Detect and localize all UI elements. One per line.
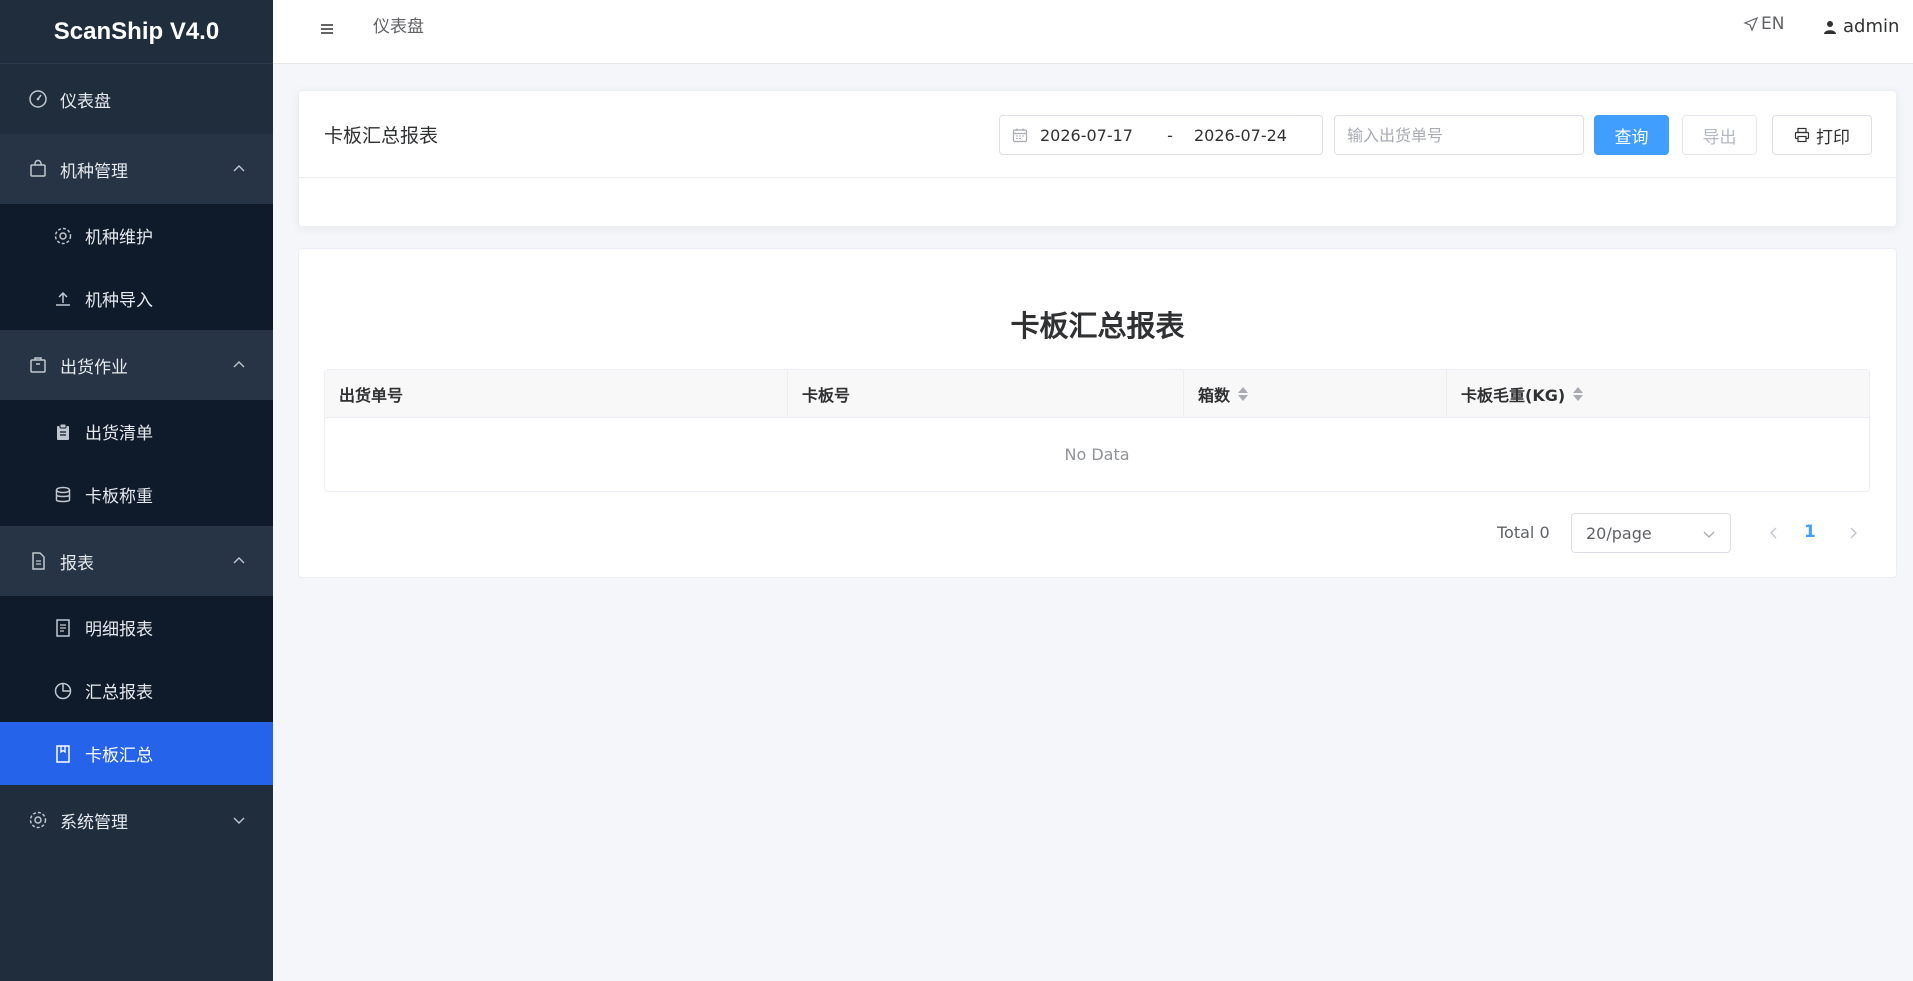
- column-header-gross-weight[interactable]: 卡板毛重(KG): [1447, 370, 1869, 417]
- export-button[interactable]: 导出: [1682, 115, 1757, 155]
- document-icon: [28, 551, 48, 571]
- sidebar-item-label: 出货清单: [85, 424, 153, 444]
- pagination-total: Total 0: [1497, 523, 1550, 542]
- column-label: 出货单号: [339, 385, 404, 405]
- card-divider: [299, 177, 1896, 178]
- submenu-shipping: 出货清单 卡板称重: [0, 400, 273, 526]
- language-switch[interactable]: EN: [1743, 14, 1784, 34]
- clipboard-icon: [53, 422, 73, 442]
- bag-icon: [28, 159, 48, 179]
- order-number-input[interactable]: [1334, 115, 1584, 155]
- sidebar-item-label: 汇总报表: [85, 683, 153, 703]
- send-icon: [1743, 16, 1759, 32]
- pagination: Total 0 20/page 1: [299, 513, 1896, 553]
- notebook-icon: [53, 744, 73, 764]
- print-button-label: 打印: [1816, 127, 1850, 148]
- breadcrumb[interactable]: 仪表盘: [373, 16, 424, 38]
- query-button[interactable]: 查询: [1594, 115, 1669, 155]
- prev-page-icon[interactable]: [1767, 526, 1781, 540]
- chevron-up-icon: [231, 357, 247, 373]
- chevron-up-icon: [231, 553, 247, 569]
- sidebar-item-label: 机种导入: [85, 291, 153, 311]
- print-button[interactable]: 打印: [1772, 115, 1872, 155]
- card-title: 卡板汇总报表: [324, 125, 439, 147]
- user-name: admin: [1843, 16, 1900, 37]
- start-date[interactable]: 2026-07-17: [1040, 126, 1150, 145]
- sidebar-item-label: 卡板汇总: [85, 746, 153, 766]
- calendar-icon: [1012, 127, 1028, 143]
- database-icon: [53, 485, 73, 505]
- column-header-box-count[interactable]: 箱数: [1184, 370, 1447, 417]
- filter-card: 卡板汇总报表 2026-07-17 - 2026-07-24 查询 导出 打印: [298, 90, 1897, 227]
- sort-icon[interactable]: [1238, 386, 1249, 401]
- dashboard-icon: [28, 89, 48, 109]
- sidebar-group-models[interactable]: 机种管理: [0, 134, 273, 204]
- report-title: 卡板汇总报表: [1010, 309, 1185, 343]
- sidebar-group-label: 出货作业: [60, 357, 128, 378]
- package-icon: [28, 355, 48, 375]
- sidebar-group-label: 机种管理: [60, 161, 128, 182]
- page-size-select[interactable]: 20/page: [1571, 513, 1731, 553]
- sidebar-item-label: 明细报表: [85, 620, 153, 640]
- gear-icon: [28, 810, 48, 830]
- query-button-label: 查询: [1614, 127, 1649, 148]
- page-size-value: 20/page: [1586, 523, 1652, 543]
- sidebar-item-dashboard[interactable]: 仪表盘: [0, 64, 273, 134]
- report-card: 卡板汇总报表 出货单号 卡板号 箱数 卡板毛重(KG) No Data Tota…: [298, 248, 1897, 578]
- column-label: 卡板毛重(KG): [1461, 385, 1566, 405]
- submenu-reports: 明细报表 汇总报表 卡板汇总: [0, 596, 273, 785]
- sidebar-item-model-import[interactable]: 机种导入: [0, 267, 273, 330]
- sidebar-item-detail-report[interactable]: 明细报表: [0, 596, 273, 659]
- sidebar-group-reports[interactable]: 报表: [0, 526, 273, 596]
- sort-icon[interactable]: [1573, 386, 1584, 401]
- date-separator: -: [1167, 125, 1173, 145]
- sidebar-item-label: 机种维护: [85, 228, 153, 248]
- sidebar-item-pallet-summary[interactable]: 卡板汇总: [0, 722, 273, 785]
- list-document-icon: [53, 618, 73, 638]
- gear-icon: [53, 226, 73, 246]
- export-button-label: 导出: [1702, 127, 1737, 148]
- sidebar-group-label: 报表: [60, 553, 94, 574]
- column-header-order-number: 出货单号: [325, 370, 788, 417]
- app-brand: ScanShip V4.0: [0, 0, 273, 64]
- report-table: 出货单号 卡板号 箱数 卡板毛重(KG) No Data: [324, 369, 1870, 492]
- user-menu[interactable]: admin: [1823, 16, 1899, 37]
- pie-chart-icon: [53, 681, 73, 701]
- column-label: 箱数: [1198, 385, 1231, 405]
- table-empty: No Data: [1064, 445, 1130, 464]
- sidebar-item-label: 卡板称重: [85, 487, 153, 507]
- sidebar-group-system[interactable]: 系统管理: [0, 785, 273, 855]
- sidebar-item-summary-report[interactable]: 汇总报表: [0, 659, 273, 722]
- date-range-picker[interactable]: 2026-07-17 - 2026-07-24: [999, 115, 1323, 155]
- user-icon: [1823, 20, 1837, 34]
- sidebar-group-shipping[interactable]: 出货作业: [0, 330, 273, 400]
- printer-icon: [1794, 127, 1810, 143]
- column-label: 卡板号: [802, 385, 851, 405]
- upload-icon: [53, 289, 73, 309]
- top-header: 仪表盘 EN admin: [273, 0, 1913, 64]
- language-label: EN: [1761, 14, 1785, 34]
- sidebar-group-label: 系统管理: [60, 812, 128, 833]
- sidebar-item-label: 仪表盘: [60, 91, 111, 112]
- chevron-down-icon: [231, 812, 247, 828]
- chevron-up-icon: [231, 161, 247, 177]
- sidebar-item-shipping-list[interactable]: 出货清单: [0, 400, 273, 463]
- column-header-pallet-number: 卡板号: [788, 370, 1184, 417]
- end-date[interactable]: 2026-07-24: [1194, 126, 1287, 145]
- hamburger-icon[interactable]: [318, 20, 336, 38]
- submenu-models: 机种维护 机种导入: [0, 204, 273, 330]
- next-page-icon[interactable]: [1846, 526, 1860, 540]
- sidebar-item-model-maintain[interactable]: 机种维护: [0, 204, 273, 267]
- table-header: 出货单号 卡板号 箱数 卡板毛重(KG): [325, 370, 1869, 418]
- sidebar-item-pallet-weigh[interactable]: 卡板称重: [0, 463, 273, 526]
- page-number-current[interactable]: 1: [1804, 522, 1816, 542]
- sidebar: ScanShip V4.0 仪表盘 机种管理 机种维护 机种导入 出货作业 出货…: [0, 0, 273, 981]
- chevron-down-icon: [1702, 527, 1716, 541]
